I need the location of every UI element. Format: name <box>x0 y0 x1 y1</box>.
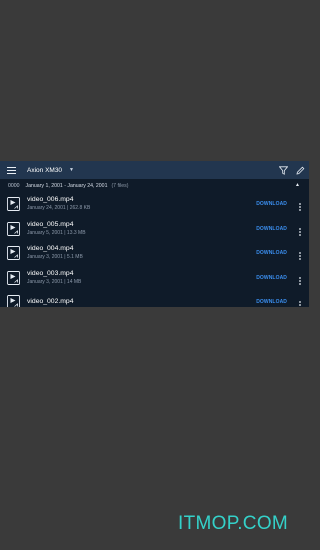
group-file-count: (7 files) <box>111 182 129 189</box>
file-text: video_004.mp4 January 3, 2001 | 5.1 MB <box>27 245 83 261</box>
file-name: video_003.mp4 <box>27 269 74 277</box>
device-name[interactable]: Axion XM30 <box>27 167 62 174</box>
hamburger-menu-icon[interactable] <box>0 161 22 179</box>
caret-up-icon[interactable]: ▲ <box>295 182 300 188</box>
file-meta: January 3, 2001 | 14 MB <box>27 278 82 285</box>
file-meta: January 24, 2001 | 262.8 KB <box>27 205 91 212</box>
watermark-text: ITMOP.COM <box>178 513 289 534</box>
file-row[interactable]: video_002.mp4 DOWNLOAD <box>0 290 309 307</box>
file-row[interactable]: video_006.mp4 January 24, 2001 | 262.8 KB… <box>0 192 309 217</box>
file-row[interactable]: video_003.mp4 January 3, 2001 | 14 MB DOWN… <box>0 266 309 291</box>
download-button[interactable]: DOWNLOAD <box>256 275 287 281</box>
date-group-header[interactable]: 0000 January 1, 2001 - January 24, 2001 … <box>0 179 309 192</box>
download-button[interactable]: DOWNLOAD <box>256 299 287 305</box>
file-row[interactable]: video_004.mp4 January 3, 2001 | 5.1 MB DOW… <box>0 241 309 266</box>
video-file-icon <box>7 197 20 212</box>
file-name: video_006.mp4 <box>27 196 74 204</box>
more-options-icon[interactable] <box>298 248 302 260</box>
download-button[interactable]: DOWNLOAD <box>256 250 287 256</box>
filter-icon[interactable] <box>278 165 288 175</box>
video-file-icon <box>7 246 20 261</box>
file-text: video_002.mp4 <box>27 298 73 307</box>
file-meta: January 5, 2001 | 13.3 MB <box>27 229 86 236</box>
file-name: video_002.mp4 <box>27 297 74 305</box>
file-meta: January 3, 2001 | 5.1 MB <box>27 254 83 261</box>
camera-app-panel: Axion XM30 ▼ 0000 January 1, 2001 - Janu… <box>0 161 309 307</box>
download-button[interactable]: DOWNLOAD <box>256 201 287 207</box>
caret-down-icon[interactable]: ▼ <box>69 167 74 173</box>
download-button[interactable]: DOWNLOAD <box>256 226 287 232</box>
video-file-icon <box>7 270 20 285</box>
more-options-icon[interactable] <box>298 224 302 236</box>
more-options-icon[interactable] <box>298 297 302 307</box>
top-toolbar: Axion XM30 ▼ <box>0 161 309 179</box>
file-name: video_005.mp4 <box>27 220 74 228</box>
file-list: video_006.mp4 January 24, 2001 | 262.8 KB… <box>0 192 309 307</box>
more-options-icon[interactable] <box>298 273 302 285</box>
file-row[interactable]: video_005.mp4 January 5, 2001 | 13.3 MB DO… <box>0 217 309 242</box>
video-file-icon <box>7 295 20 307</box>
video-file-icon <box>7 221 20 236</box>
file-text: video_006.mp4 January 24, 2001 | 262.8 KB <box>27 196 90 212</box>
group-date-range: January 1, 2001 - January 24, 2001 <box>25 182 108 189</box>
group-id: 0000 <box>8 182 20 189</box>
more-options-icon[interactable] <box>298 199 302 211</box>
pencil-icon[interactable] <box>295 165 305 175</box>
file-text: video_005.mp4 January 5, 2001 | 13.3 MB <box>27 221 86 237</box>
file-name: video_004.mp4 <box>27 245 74 253</box>
file-text: video_003.mp4 January 3, 2001 | 14 MB <box>27 270 81 286</box>
